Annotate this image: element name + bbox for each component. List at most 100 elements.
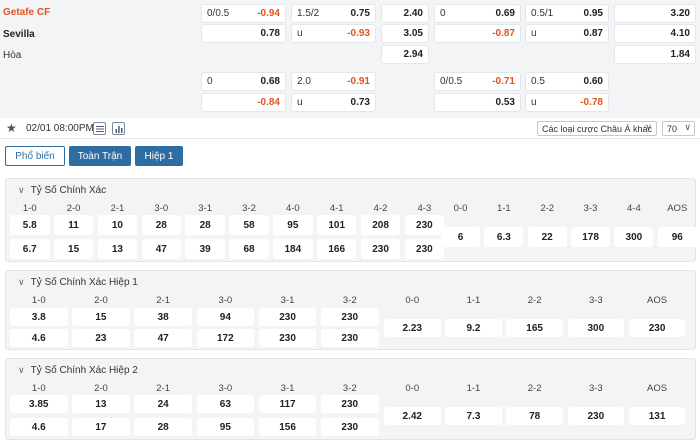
odds-value: 23: [95, 332, 107, 344]
star-icon[interactable]: ★: [6, 121, 17, 135]
score-odds-cell[interactable]: 95: [196, 418, 255, 436]
score-odds-cell[interactable]: 78: [506, 407, 563, 425]
odds-cell-ou[interactable]: 1.5/2 0.75: [291, 4, 376, 23]
score-odds-cell[interactable]: 9.2: [445, 319, 502, 337]
score-odds-cell[interactable]: 131: [628, 407, 686, 425]
score-odds-cell[interactable]: 230: [567, 407, 625, 425]
score-odds-cell[interactable]: 230: [321, 395, 379, 413]
odds-cell-ou1[interactable]: u -0.78: [525, 93, 609, 112]
score-odds-cell[interactable]: 10: [97, 215, 138, 235]
odds-cell-x121[interactable]: 4.10: [614, 24, 696, 43]
score-odds-cell[interactable]: 166: [316, 239, 357, 259]
odds-cell-ou[interactable]: 2.0 -0.91: [291, 72, 376, 91]
stats-chart-icon[interactable]: [112, 122, 125, 135]
list-view-icon[interactable]: [93, 122, 106, 135]
score-odds-cell[interactable]: 300: [567, 319, 625, 337]
count-select[interactable]: 70 ∨: [662, 121, 695, 136]
odds-cell-x12[interactable]: 2.94: [381, 45, 429, 64]
odds-cell-ah[interactable]: 0.78: [201, 24, 286, 43]
score-odds-cell[interactable]: 230: [258, 329, 317, 347]
score-odds-cell[interactable]: 3.85: [10, 395, 68, 413]
score-odds-cell[interactable]: 24: [134, 395, 192, 413]
score-odds-cell[interactable]: 96: [657, 227, 697, 247]
score-odds-cell[interactable]: 184: [273, 239, 313, 259]
team-name: Hòa: [3, 50, 22, 61]
tab-first-half[interactable]: Hiệp 1: [135, 146, 183, 166]
section-header[interactable]: ∨ Tỷ Số Chính Xác: [18, 185, 106, 196]
handicap-label: 0.5/1: [531, 8, 554, 19]
score-odds-cell[interactable]: 28: [185, 215, 225, 235]
score-odds-cell[interactable]: 38: [134, 308, 192, 326]
odds-cell-ah[interactable]: 0/0.5 -0.94: [201, 4, 286, 23]
section-title: Tỷ Số Chính Xác Hiệp 1: [30, 277, 138, 288]
score-odds-cell[interactable]: 6.3: [484, 227, 524, 247]
score-odds-cell[interactable]: 94: [196, 308, 255, 326]
score-odds-cell[interactable]: 28: [141, 215, 182, 235]
score-odds-cell[interactable]: 230: [360, 239, 401, 259]
score-odds-cell[interactable]: 4.6: [10, 329, 68, 347]
score-odds-cell[interactable]: 58: [229, 215, 269, 235]
score-odds-cell[interactable]: 230: [321, 418, 379, 436]
odds-cell-x121[interactable]: 1.84: [614, 45, 696, 64]
score-odds-cell[interactable]: 172: [196, 329, 255, 347]
score-odds-cell[interactable]: 13: [97, 239, 138, 259]
score-odds-cell[interactable]: 68: [229, 239, 269, 259]
score-odds-cell[interactable]: 39: [185, 239, 225, 259]
section-header[interactable]: ∨ Tỷ Số Chính Xác Hiệp 2: [18, 365, 138, 376]
score-odds-cell[interactable]: 13: [72, 395, 130, 413]
score-odds-cell[interactable]: 300: [614, 227, 654, 247]
score-odds-cell[interactable]: 11: [53, 215, 94, 235]
score-odds-cell[interactable]: 4.6: [10, 418, 68, 436]
score-odds-cell[interactable]: 63: [196, 395, 255, 413]
score-odds-cell[interactable]: 178: [571, 227, 611, 247]
odds-cell-ah[interactable]: -0.84: [201, 93, 286, 112]
score-odds-cell[interactable]: 156: [258, 418, 317, 436]
score-odds-cell[interactable]: 47: [141, 239, 182, 259]
odds-cell-x12[interactable]: 2.40: [381, 4, 429, 23]
odds-cell-ah1[interactable]: 0.53: [434, 93, 521, 112]
score-odds-cell[interactable]: 230: [321, 329, 379, 347]
odds-cell-x12[interactable]: 3.05: [381, 24, 429, 43]
odds-cell-ou[interactable]: u 0.73: [291, 93, 376, 112]
odds-value: 208: [372, 219, 389, 231]
score-odds-cell[interactable]: 23: [72, 329, 130, 347]
tab-full-match[interactable]: Toàn Trận: [69, 146, 131, 166]
score-odds-cell[interactable]: 117: [258, 395, 317, 413]
score-odds-cell[interactable]: 28: [134, 418, 192, 436]
score-odds-cell[interactable]: 230: [258, 308, 317, 326]
odds-cell-ah1[interactable]: -0.87: [434, 24, 521, 43]
odds-cell-ou1[interactable]: 0.5/1 0.95: [525, 4, 609, 23]
score-odds-cell[interactable]: 17: [72, 418, 130, 436]
odds-cell-x121[interactable]: 3.20: [614, 4, 696, 23]
score-odds-cell[interactable]: 230: [321, 308, 379, 326]
score-odds-cell[interactable]: 165: [506, 319, 563, 337]
score-odds-cell[interactable]: 6: [441, 227, 480, 247]
score-odds-cell[interactable]: 6.7: [10, 239, 50, 259]
odds-cell-ou[interactable]: u -0.93: [291, 24, 376, 43]
bet-type-select[interactable]: Các loại cược Châu Á khác ∨: [537, 121, 657, 136]
score-odds-cell[interactable]: 2.23: [384, 319, 441, 337]
tab-popular[interactable]: Phổ biến: [5, 146, 65, 166]
odds-value: 4.6: [31, 421, 46, 433]
score-odds-cell[interactable]: 95: [273, 215, 313, 235]
odds-cell-ah1[interactable]: 0/0.5 -0.71: [434, 72, 521, 91]
score-odds-cell[interactable]: 3.8: [10, 308, 68, 326]
score-odds-cell[interactable]: 230: [404, 215, 445, 235]
score-odds-cell[interactable]: 101: [316, 215, 357, 235]
score-odds-cell[interactable]: 2.42: [384, 407, 441, 425]
score-odds-cell[interactable]: 208: [360, 215, 401, 235]
score-odds-cell[interactable]: 7.3: [445, 407, 502, 425]
score-odds-cell[interactable]: 47: [134, 329, 192, 347]
score-odds-cell[interactable]: 230: [628, 319, 686, 337]
score-odds-cell[interactable]: 230: [404, 239, 445, 259]
score-odds-cell[interactable]: 22: [527, 227, 567, 247]
odds-cell-ah[interactable]: 0 0.68: [201, 72, 286, 91]
score-odds-cell[interactable]: 5.8: [10, 215, 50, 235]
odds-cell-ou1[interactable]: 0.5 0.60: [525, 72, 609, 91]
section-header[interactable]: ∨ Tỷ Số Chính Xác Hiệp 1: [18, 277, 138, 288]
odds-cell-ah1[interactable]: 0 0.69: [434, 4, 521, 23]
score-odds-cell[interactable]: 15: [72, 308, 130, 326]
odds-value: 4.10: [670, 28, 690, 39]
odds-cell-ou1[interactable]: u 0.87: [525, 24, 609, 43]
score-odds-cell[interactable]: 15: [53, 239, 94, 259]
